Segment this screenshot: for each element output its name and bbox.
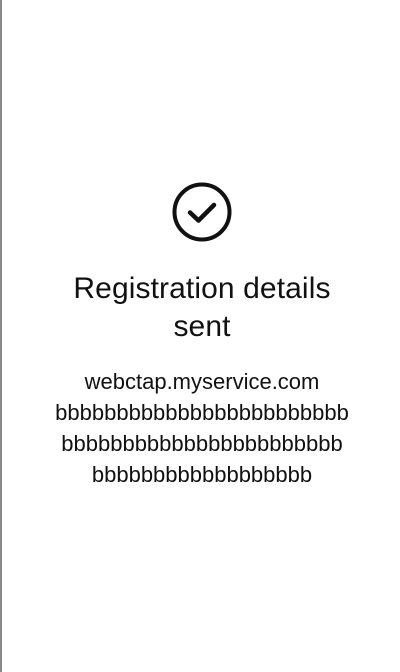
registration-details-text: webctap.myservice.com bbbbbbbbbbbbbbbbbb… [22, 366, 382, 490]
details-line-2: bbbbbbbbbbbbbbbbbbbbbbbb [55, 400, 349, 425]
check-circle-icon [172, 182, 232, 242]
page-title: Registration details sent [73, 272, 331, 343]
confirmation-content: Registration details sent webctap.myserv… [2, 182, 400, 490]
details-line-3: bbbbbbbbbbbbbbbbbbbbbbb [61, 431, 343, 456]
service-url: webctap.myservice.com [84, 369, 320, 394]
confirmation-screen: Registration details sent webctap.myserv… [0, 0, 400, 672]
details-line-4: bbbbbbbbbbbbbbbbbb [91, 462, 313, 487]
